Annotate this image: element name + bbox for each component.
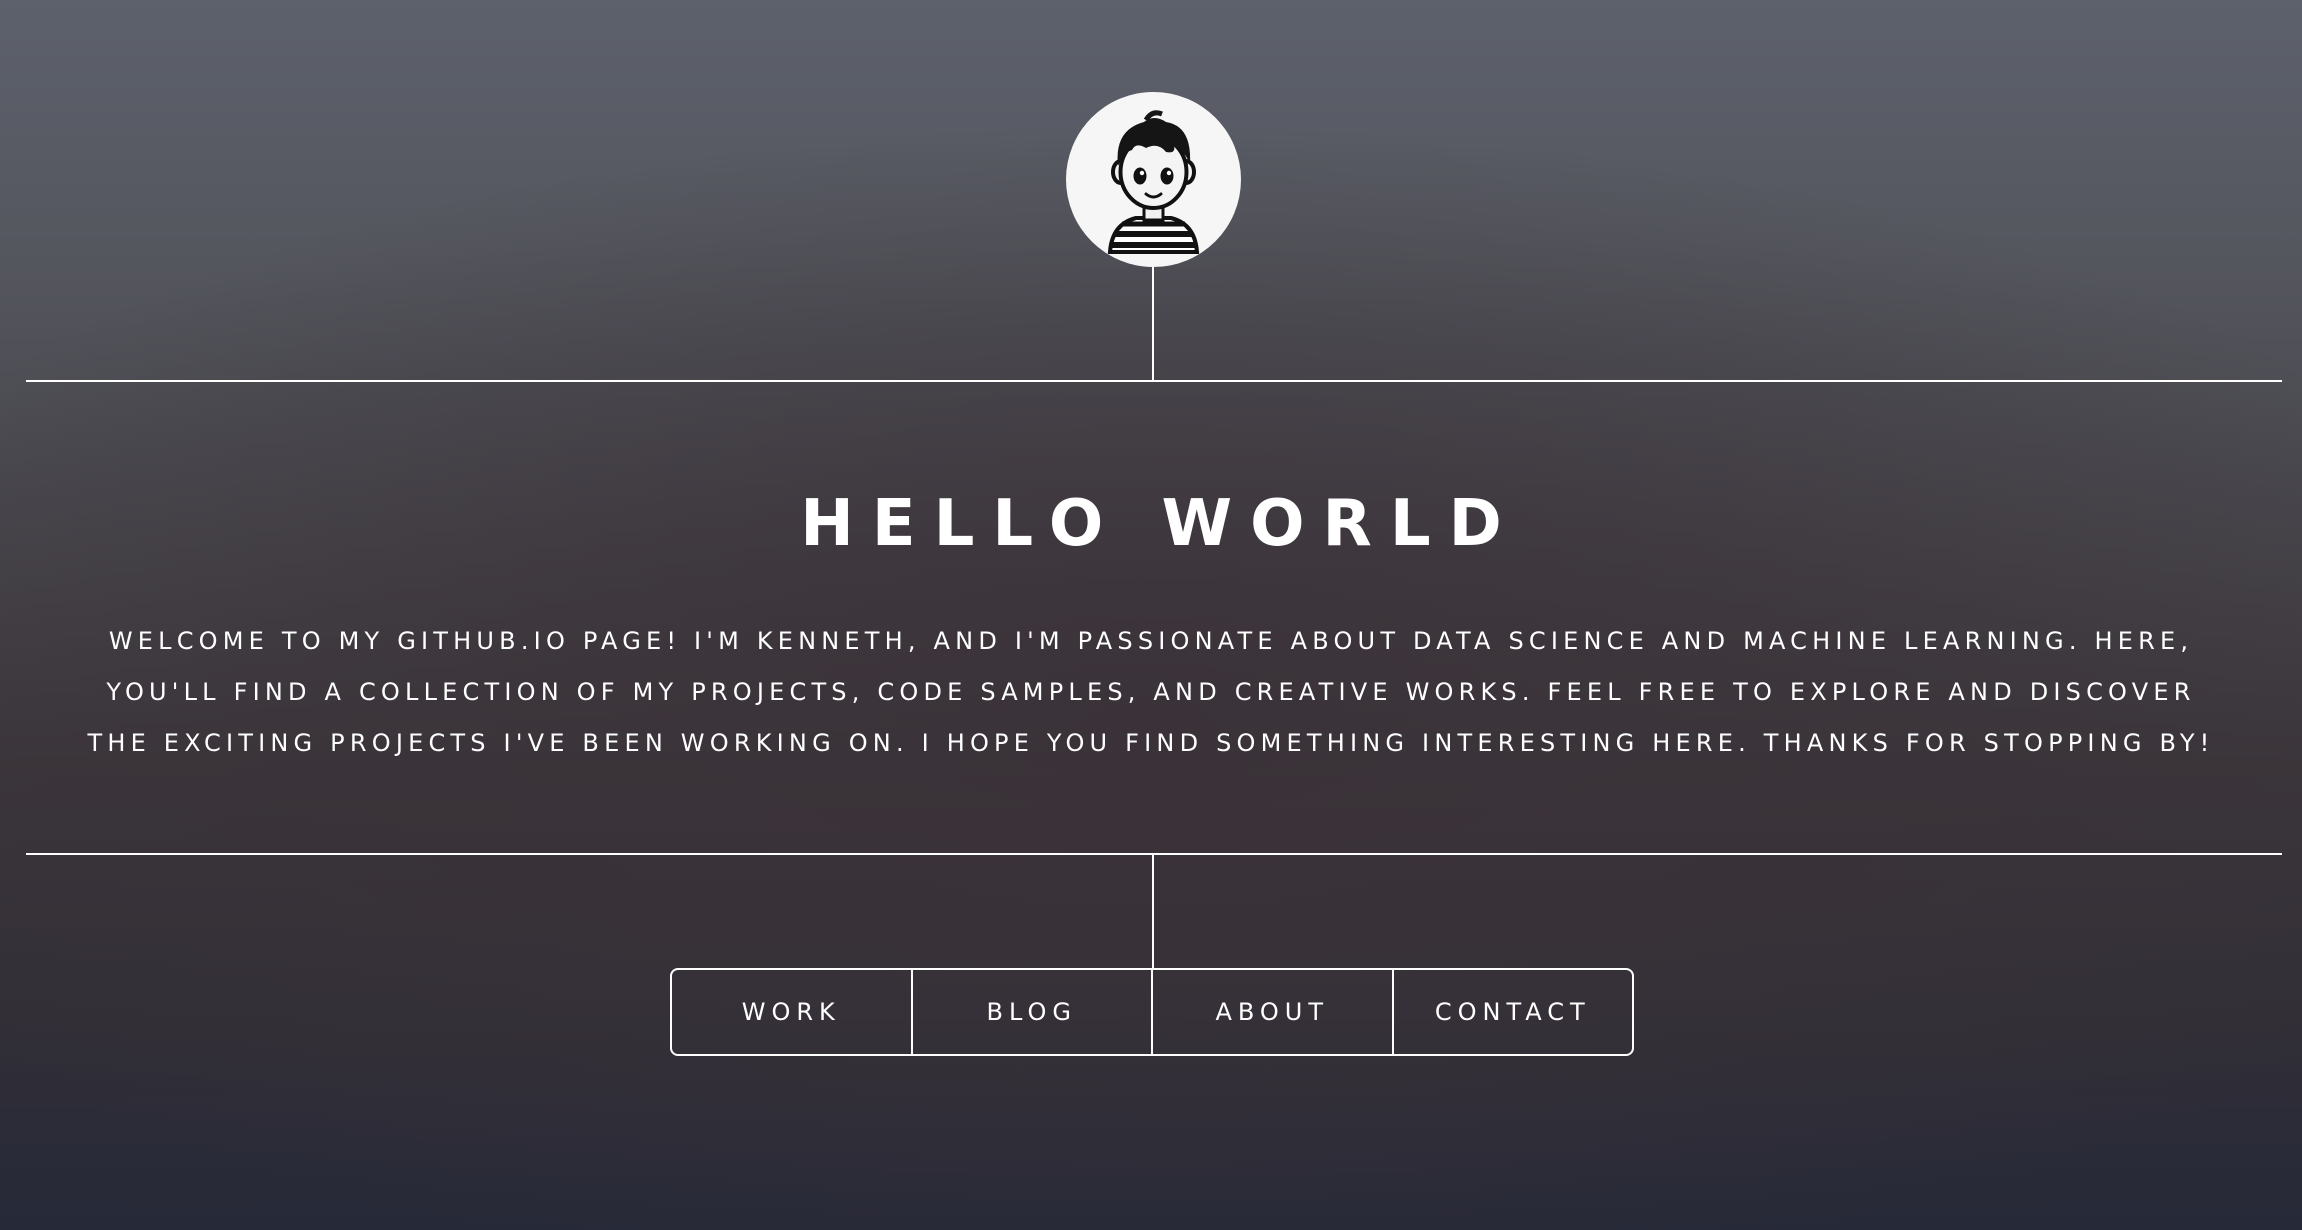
avatar <box>1066 92 1241 267</box>
connector-line-top <box>1152 267 1154 380</box>
nav-contact-link[interactable]: CONTACT <box>1391 970 1633 1054</box>
nav-about-link[interactable]: ABOUT <box>1151 970 1392 1054</box>
intro-text: WELCOME TO MY GITHUB.IO PAGE! I'M KENNET… <box>87 627 2215 757</box>
nav-blog-link[interactable]: BLOG <box>910 970 1152 1054</box>
boy-avatar-icon <box>1107 110 1200 254</box>
page-title: HELLO WORLD <box>800 487 1520 561</box>
main-nav: WORK BLOG ABOUT CONTACT <box>670 968 1634 1056</box>
divider-bottom <box>26 853 2282 855</box>
hero-section: HELLO WORLD WELCOME TO MY GITHUB.IO PAGE… <box>60 480 2242 769</box>
nav-work-link[interactable]: WORK <box>672 970 911 1054</box>
connector-line-bottom <box>1152 854 1154 969</box>
divider-top <box>26 380 2282 382</box>
